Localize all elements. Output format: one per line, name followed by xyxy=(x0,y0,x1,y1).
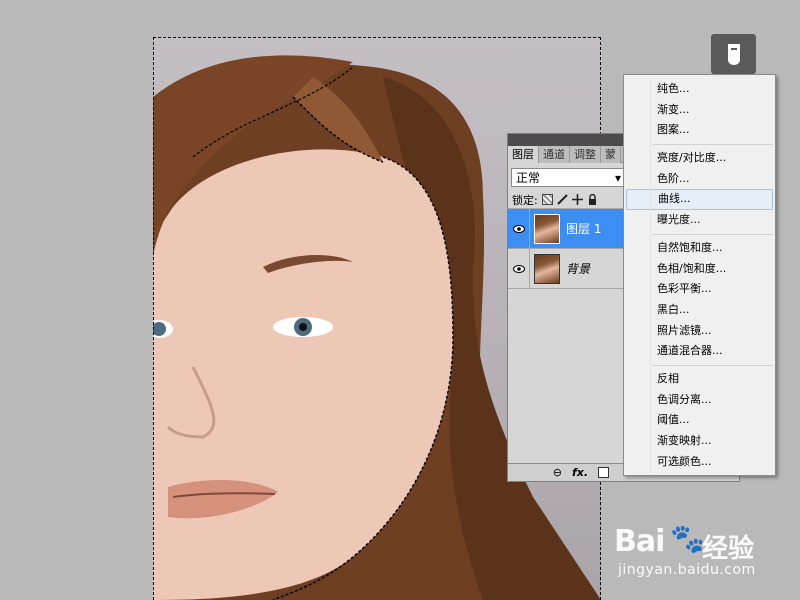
menu-item-posterize[interactable]: 色调分离... xyxy=(626,390,773,411)
baidu-jingyan-watermark: Bai 🐾 经验 jingyan.baidu.com xyxy=(614,514,764,584)
menu-separator xyxy=(652,233,773,235)
watermark-logo: Bai xyxy=(614,524,665,559)
menu-item-curves[interactable]: 曲线... xyxy=(626,189,773,211)
menu-item-photo-filter[interactable]: 照片滤镜... xyxy=(626,321,773,342)
menu-gutter xyxy=(650,77,651,473)
layer-name[interactable]: 背景 xyxy=(566,260,590,277)
adjustment-layer-icon[interactable] xyxy=(711,34,756,74)
menu-item-vibrance[interactable]: 自然饱和度... xyxy=(626,238,773,259)
tab-layers[interactable]: 图层 xyxy=(508,146,539,163)
tab-adjustments[interactable]: 调整 xyxy=(570,146,601,163)
menu-item-brightness-contrast[interactable]: 亮度/对比度... xyxy=(626,148,773,169)
menu-item-selective-color[interactable]: 可选颜色... xyxy=(626,452,773,473)
layer-name[interactable]: 图层 1 xyxy=(566,220,601,237)
menu-separator xyxy=(652,144,773,146)
eye-icon[interactable] xyxy=(508,248,530,289)
link-layers-icon[interactable]: ⊖ xyxy=(553,466,562,479)
lock-label: 锁定: xyxy=(512,193,538,207)
lock-brush-icon[interactable] xyxy=(557,194,568,205)
layer-thumbnail xyxy=(534,253,560,284)
menu-item-exposure[interactable]: 曝光度... xyxy=(626,210,773,231)
menu-item-invert[interactable]: 反相 xyxy=(626,369,773,390)
fx-button[interactable]: fx. xyxy=(572,466,588,479)
watermark-logo-cn: 经验 xyxy=(702,534,755,564)
menu-item-color-balance[interactable]: 色彩平衡... xyxy=(626,279,773,300)
tab-masks[interactable]: 蒙 xyxy=(601,146,621,163)
add-mask-icon[interactable] xyxy=(598,467,609,478)
menu-item-levels[interactable]: 色阶... xyxy=(626,169,773,190)
lock-move-icon[interactable] xyxy=(571,194,583,205)
menu-item-black-white[interactable]: 黑白... xyxy=(626,300,773,321)
paw-icon: 🐾 xyxy=(670,522,705,555)
menu-separator xyxy=(652,364,773,366)
lock-all-icon[interactable] xyxy=(587,193,598,205)
menu-item-pattern[interactable]: 图案... xyxy=(626,120,773,141)
menu-item-gradient-map[interactable]: 渐变映射... xyxy=(626,431,773,452)
blend-mode-select[interactable]: 正常 ▾ xyxy=(511,168,626,187)
tab-channels[interactable]: 通道 xyxy=(539,146,570,163)
watermark-url: jingyan.baidu.com xyxy=(618,562,756,578)
menu-item-gradient[interactable]: 渐变... xyxy=(626,100,773,121)
menu-item-channel-mixer[interactable]: 通道混合器... xyxy=(626,341,773,362)
blend-mode-value: 正常 xyxy=(516,171,541,185)
chevron-down-icon: ▾ xyxy=(614,170,621,185)
eye-icon[interactable] xyxy=(508,208,530,249)
layer-thumbnail xyxy=(534,213,560,244)
adjustment-menu: 纯色... 渐变... 图案... 亮度/对比度... 色阶... 曲线... … xyxy=(623,74,776,476)
menu-item-threshold[interactable]: 阈值... xyxy=(626,410,773,431)
menu-item-hue-saturation[interactable]: 色相/饱和度... xyxy=(626,259,773,280)
menu-item-solid-color[interactable]: 纯色... xyxy=(626,79,773,100)
lock-transparency-icon[interactable] xyxy=(541,194,553,205)
